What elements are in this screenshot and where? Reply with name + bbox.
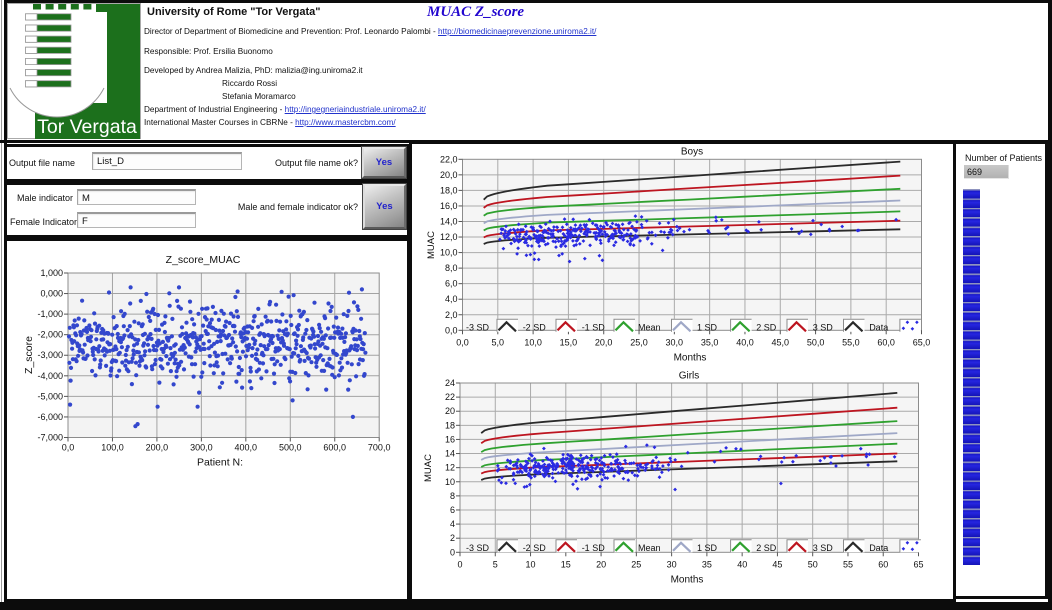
svg-text:Mean: Mean	[638, 543, 661, 553]
svg-text:20,0: 20,0	[440, 170, 458, 180]
svg-text:2 SD: 2 SD	[756, 322, 777, 332]
svg-text:5,0: 5,0	[492, 337, 505, 347]
svg-text:400,0: 400,0	[235, 443, 258, 453]
svg-text:35: 35	[702, 559, 712, 569]
svg-text:500,0: 500,0	[279, 443, 302, 453]
svg-text:1,000: 1,000	[40, 268, 63, 278]
svg-text:25: 25	[631, 559, 641, 569]
svg-text:-1 SD: -1 SD	[582, 543, 606, 553]
svg-text:Mean: Mean	[638, 322, 661, 332]
svg-text:700,0: 700,0	[368, 443, 391, 453]
svg-text:-4,000: -4,000	[37, 371, 63, 381]
svg-text:-7,000: -7,000	[37, 433, 63, 443]
svg-text:100,0: 100,0	[101, 443, 124, 453]
svg-text:2,0: 2,0	[445, 310, 458, 320]
svg-text:-3 SD: -3 SD	[466, 543, 490, 553]
svg-text:12,0: 12,0	[440, 232, 458, 242]
svg-text:22,0: 22,0	[440, 154, 458, 164]
svg-text:24: 24	[445, 378, 455, 388]
svg-text:300,0: 300,0	[190, 443, 213, 453]
svg-text:25,0: 25,0	[630, 337, 648, 347]
svg-text:0: 0	[457, 559, 462, 569]
svg-text:-3,000: -3,000	[37, 350, 63, 360]
svg-text:Tor Vergata: Tor Vergata	[37, 116, 137, 138]
svg-text:60,0: 60,0	[877, 337, 895, 347]
svg-text:15,0: 15,0	[560, 337, 578, 347]
svg-text:65,0: 65,0	[913, 337, 931, 347]
svg-text:0,0: 0,0	[62, 443, 75, 453]
svg-text:2: 2	[450, 533, 455, 543]
svg-text:14: 14	[445, 449, 455, 459]
svg-text:8: 8	[450, 491, 455, 501]
svg-text:10: 10	[445, 477, 455, 487]
svg-text:200,0: 200,0	[146, 443, 169, 453]
svg-text:3 SD: 3 SD	[813, 543, 834, 553]
svg-text:20: 20	[445, 406, 455, 416]
svg-text:10,0: 10,0	[440, 248, 458, 258]
svg-text:MUAC: MUAC	[426, 231, 437, 259]
svg-text:-2,000: -2,000	[37, 330, 63, 340]
svg-text:12: 12	[445, 463, 455, 473]
svg-text:18: 18	[445, 420, 455, 430]
svg-text:Months: Months	[671, 574, 704, 585]
svg-text:4,0: 4,0	[445, 294, 458, 304]
svg-text:Data: Data	[869, 543, 888, 553]
svg-text:-3 SD: -3 SD	[466, 322, 490, 332]
svg-text:6: 6	[450, 505, 455, 515]
svg-text:15: 15	[561, 559, 571, 569]
svg-text:Boys: Boys	[681, 147, 703, 158]
svg-text:3 SD: 3 SD	[813, 322, 834, 332]
svg-text:10: 10	[525, 559, 535, 569]
svg-text:5: 5	[493, 559, 498, 569]
svg-text:0,0: 0,0	[456, 337, 469, 347]
svg-text:60: 60	[878, 559, 888, 569]
svg-text:-2 SD: -2 SD	[523, 543, 547, 553]
svg-text:14,0: 14,0	[440, 217, 458, 227]
svg-text:16,0: 16,0	[440, 201, 458, 211]
svg-text:1 SD: 1 SD	[697, 322, 718, 332]
svg-text:50,0: 50,0	[807, 337, 825, 347]
svg-text:-6,000: -6,000	[37, 412, 63, 422]
svg-text:30: 30	[667, 559, 677, 569]
svg-text:18,0: 18,0	[440, 185, 458, 195]
svg-text:2 SD: 2 SD	[756, 543, 777, 553]
svg-text:MUAC: MUAC	[423, 454, 434, 482]
svg-text:40: 40	[737, 559, 747, 569]
svg-text:Z_score_MUAC: Z_score_MUAC	[166, 254, 241, 266]
svg-text:50: 50	[808, 559, 818, 569]
svg-text:22: 22	[445, 392, 455, 402]
svg-text:45: 45	[772, 559, 782, 569]
svg-text:45,0: 45,0	[772, 337, 790, 347]
svg-text:20,0: 20,0	[595, 337, 613, 347]
svg-text:4: 4	[450, 519, 455, 529]
svg-text:-5,000: -5,000	[37, 391, 63, 401]
svg-text:8,0: 8,0	[445, 263, 458, 273]
svg-text:Data: Data	[869, 322, 888, 332]
svg-text:-1 SD: -1 SD	[582, 322, 606, 332]
svg-text:1 SD: 1 SD	[697, 543, 718, 553]
svg-text:0: 0	[450, 547, 455, 557]
svg-text:600,0: 600,0	[323, 443, 346, 453]
svg-text:55: 55	[843, 559, 853, 569]
svg-text:30,0: 30,0	[666, 337, 684, 347]
svg-text:Months: Months	[674, 352, 707, 363]
svg-text:65: 65	[913, 559, 923, 569]
svg-text:Patient N:: Patient N:	[197, 457, 243, 469]
svg-text:-2 SD: -2 SD	[523, 322, 547, 332]
svg-text:0,0: 0,0	[445, 325, 458, 335]
svg-text:10,0: 10,0	[524, 337, 542, 347]
svg-text:16: 16	[445, 434, 455, 444]
svg-text:35,0: 35,0	[701, 337, 719, 347]
svg-text:Girls: Girls	[679, 371, 700, 382]
svg-text:20: 20	[596, 559, 606, 569]
svg-text:55,0: 55,0	[842, 337, 860, 347]
svg-text:Z_score: Z_score	[23, 336, 35, 374]
svg-text:40,0: 40,0	[736, 337, 754, 347]
svg-text:-1,000: -1,000	[37, 309, 63, 319]
svg-text:0,000: 0,000	[40, 289, 63, 299]
svg-text:6,0: 6,0	[445, 279, 458, 289]
